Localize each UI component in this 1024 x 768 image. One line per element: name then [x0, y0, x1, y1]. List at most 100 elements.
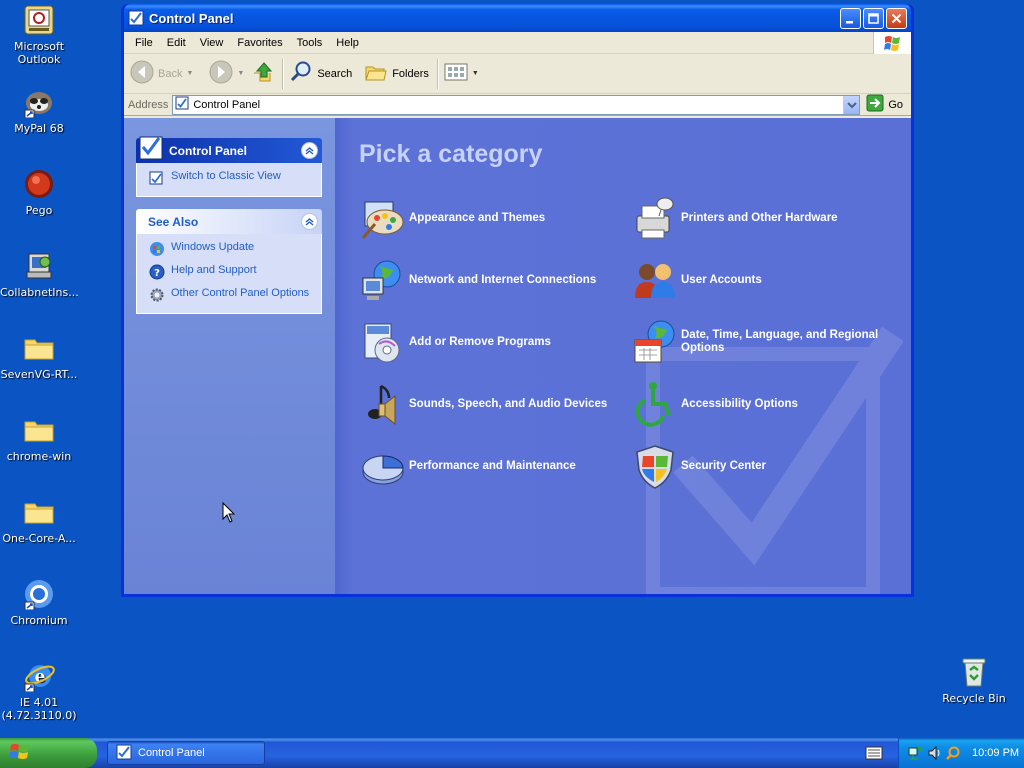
menu-file[interactable]: File: [128, 35, 160, 51]
taskbar-button-control-panel[interactable]: Control Panel: [107, 741, 265, 765]
back-button[interactable]: Back ▼: [130, 60, 193, 87]
keyboard-indicator-icon[interactable]: [864, 741, 884, 765]
desktop-icon-recycle-bin[interactable]: Recycle Bin: [935, 656, 1013, 705]
desktop-icon-one-core[interactable]: One-Core-A...: [0, 496, 78, 545]
category-security-center[interactable]: Security Center: [631, 435, 903, 497]
category-label: Appearance and Themes: [409, 211, 546, 224]
desktop-icon-label: One-Core-A...: [2, 532, 76, 545]
network-tray-icon[interactable]: [907, 745, 923, 761]
desktop-icon-label: SevenVG-RT...: [0, 368, 78, 381]
menu-tools[interactable]: Tools: [290, 35, 330, 51]
title-bar[interactable]: Control Panel: [124, 4, 911, 32]
views-dropdown-icon[interactable]: ▼: [472, 70, 479, 77]
category-user-accounts[interactable]: User Accounts: [631, 249, 903, 311]
windows-update-link[interactable]: Windows Update: [149, 241, 311, 257]
desktop-icon-label: (4.72.3110.0): [1, 709, 77, 722]
menu-bar: File Edit View Favorites Tools Help: [124, 32, 911, 54]
forward-dropdown-icon[interactable]: ▼: [237, 70, 244, 77]
desktop-icon-collabnet[interactable]: CollabnetIns...: [0, 250, 78, 299]
collapse-chevron-icon[interactable]: [301, 142, 318, 159]
menu-help[interactable]: Help: [329, 35, 366, 51]
content-area: Control Panel Switch to Classic View See…: [124, 118, 911, 594]
add-remove-programs-icon: [359, 318, 407, 366]
desktop-icon-label: Pego: [25, 204, 53, 217]
other-options-link[interactable]: Other Control Panel Options: [149, 287, 311, 303]
folders-label: Folders: [392, 67, 429, 80]
taskbar: Control Panel 10:09 PM: [0, 738, 1024, 768]
address-value: Control Panel: [193, 98, 261, 111]
see-also-box-header[interactable]: See Also: [136, 209, 322, 234]
views-button[interactable]: ▼: [444, 61, 479, 86]
desktop-icon-ie[interactable]: e IE 4.01 (4.72.3110.0): [0, 660, 78, 722]
windows-logo-icon: [9, 742, 32, 765]
menu-edit[interactable]: Edit: [160, 35, 193, 51]
desktop-icon-label: Chromium: [10, 614, 68, 627]
category-sounds-audio[interactable]: Sounds, Speech, and Audio Devices: [359, 373, 631, 435]
window-client-area: File Edit View Favorites Tools Help Back…: [124, 32, 911, 594]
category-accessibility[interactable]: Accessibility Options: [631, 373, 903, 435]
sounds-audio-icon: [359, 380, 407, 428]
desktop-icon-label: MyPal 68: [14, 122, 64, 135]
maximize-button[interactable]: [863, 7, 884, 29]
desktop-icon-sevenvg[interactable]: SevenVG-RT...: [0, 332, 78, 381]
see-also-box: See Also Windows Update ? Help and Suppo…: [136, 209, 322, 314]
category-printers-hardware[interactable]: Printers and Other Hardware: [631, 187, 903, 249]
classic-view-icon: [149, 170, 165, 186]
desktop-icon-pego[interactable]: Pego: [0, 168, 78, 217]
see-also-box-body: Windows Update ? Help and Support Other …: [136, 234, 322, 314]
up-folder-button[interactable]: [250, 60, 274, 87]
back-dropdown-icon[interactable]: ▼: [186, 70, 193, 77]
address-dropdown-icon[interactable]: [843, 95, 860, 114]
category-label: User Accounts: [681, 273, 762, 286]
category-grid: Appearance and Themes Printers and Other…: [359, 187, 911, 497]
printers-hardware-icon: [631, 194, 679, 242]
control-panel-box-header[interactable]: Control Panel: [136, 136, 322, 163]
menu-view[interactable]: View: [193, 35, 231, 51]
category-label: Security Center: [681, 459, 767, 472]
category-network-internet[interactable]: Network and Internet Connections: [359, 249, 631, 311]
control-panel-large-icon: [137, 132, 167, 165]
toolbar: Back ▼ ▼ Search Folders ▼: [124, 54, 911, 94]
address-input[interactable]: Control Panel: [172, 94, 861, 115]
folders-button[interactable]: Folders: [364, 60, 429, 87]
svg-text:?: ?: [154, 268, 160, 279]
windows-update-icon: [149, 241, 165, 257]
minimize-button[interactable]: [840, 7, 861, 29]
collapse-chevron-icon[interactable]: [301, 213, 318, 230]
clock[interactable]: 10:09 PM: [972, 747, 1019, 759]
search-button[interactable]: Search: [289, 60, 352, 87]
category-appearance-themes[interactable]: Appearance and Themes: [359, 187, 631, 249]
close-button[interactable]: [886, 7, 907, 29]
menu-favorites[interactable]: Favorites: [230, 35, 289, 51]
audio-tray-icon[interactable]: [926, 745, 942, 761]
ie-icon: e: [23, 660, 55, 693]
chromium-icon: [23, 578, 55, 611]
desktop-icon-mypal[interactable]: MyPal 68: [0, 86, 78, 135]
desktop-icon-chrome-win[interactable]: chrome-win: [0, 414, 78, 463]
category-label: Sounds, Speech, and Audio Devices: [409, 397, 608, 410]
folder-icon: [23, 332, 55, 364]
control-panel-small-icon: [116, 744, 132, 763]
forward-arrow-icon: [209, 60, 233, 87]
desktop-icon-outlook[interactable]: Microsoft Outlook: [0, 4, 78, 66]
desktop-icon-chromium[interactable]: Chromium: [0, 578, 78, 627]
accessibility-icon: [631, 380, 679, 428]
other-options-label: Other Control Panel Options: [171, 287, 310, 299]
switch-classic-view-link[interactable]: Switch to Classic View: [149, 170, 311, 186]
start-button[interactable]: [0, 738, 97, 768]
help-support-link[interactable]: ? Help and Support: [149, 264, 311, 280]
help-support-label: Help and Support: [171, 264, 257, 276]
category-label: Printers and Other Hardware: [681, 211, 838, 224]
see-also-box-title: See Also: [148, 214, 199, 229]
date-time-region-icon: [631, 318, 679, 366]
toolbar-separator: [282, 58, 284, 89]
windows-update-label: Windows Update: [171, 241, 255, 253]
search-tray-icon[interactable]: [945, 745, 961, 761]
category-add-remove-programs[interactable]: Add or Remove Programs: [359, 311, 631, 373]
category-date-time-region[interactable]: Date, Time, Language, and Regional Optio…: [631, 311, 903, 373]
forward-button[interactable]: ▼: [209, 60, 244, 87]
go-button[interactable]: Go: [860, 94, 911, 115]
desktop-icon-label: Microsoft: [13, 40, 65, 53]
outlook-icon: [23, 4, 55, 36]
category-performance-maintenance[interactable]: Performance and Maintenance: [359, 435, 631, 497]
